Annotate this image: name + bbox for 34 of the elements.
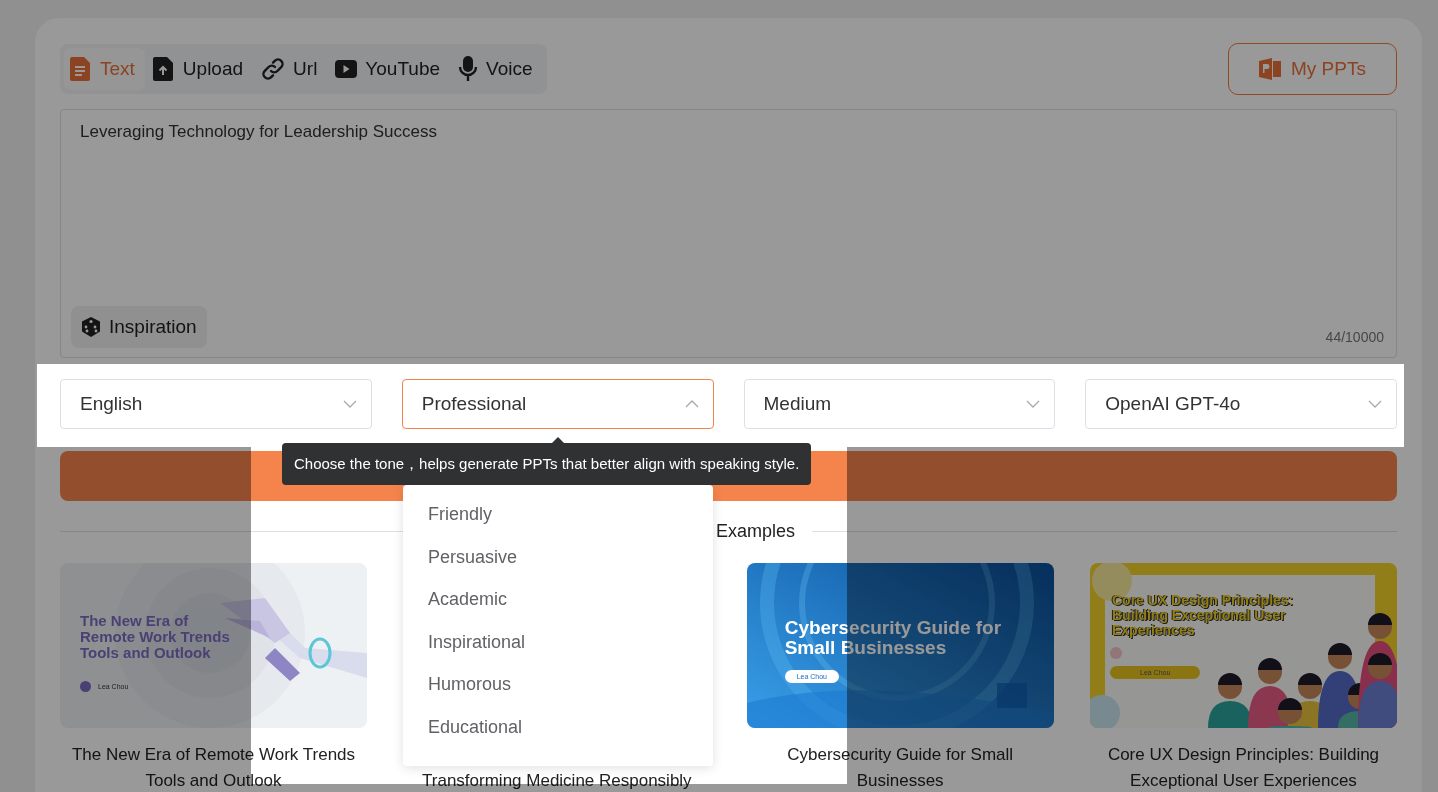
option-select[interactable]: English — [60, 379, 372, 429]
dropdown-option[interactable]: Educational — [403, 705, 713, 748]
source-tab[interactable]: Url — [255, 48, 328, 90]
tooltip: Choose the tone，helps generate PPTs that better align with speaking style. — [282, 443, 812, 485]
dropdown-option[interactable]: Inspirational — [403, 620, 713, 663]
chevron-down-icon — [342, 400, 357, 408]
chevron-up-icon — [684, 400, 699, 408]
upload-icon — [152, 57, 175, 81]
dice-icon — [81, 317, 101, 337]
chevron-down-icon — [1026, 400, 1041, 408]
topic-field[interactable]: Leveraging Technology for Leadership Success Inspiration 44/10000 — [60, 109, 1397, 358]
source-tab[interactable]: Upload — [146, 48, 254, 90]
dropdown-option[interactable]: Humorous — [403, 663, 713, 706]
slide-title: Core UX Design Principles: Building Exceptional User Experiences — [1112, 593, 1295, 638]
example-title[interactable]: Core UX Design Principles: Building Exceptional User Experiences — [1090, 742, 1397, 792]
option-select[interactable]: Medium — [743, 379, 1056, 429]
chevron-down-icon — [1368, 400, 1382, 408]
dropdown-option[interactable]: Academic — [403, 578, 713, 621]
character-counter: 44/10000 — [1325, 329, 1384, 345]
dropdown-option[interactable]: Friendly — [403, 493, 713, 536]
document-icon — [70, 57, 92, 81]
section-heading: Examples — [716, 520, 797, 542]
example-title[interactable]: Cybersecurity Guide for Small Businesses — [746, 742, 1054, 792]
option-select[interactable]: Professional — [401, 379, 714, 429]
presentation-icon — [1259, 58, 1281, 80]
link-icon — [261, 57, 286, 81]
source-tab[interactable]: Voice — [452, 48, 543, 90]
tooltip-arrow — [552, 437, 564, 443]
source-tab[interactable]: YouTube — [329, 48, 451, 90]
microphone-icon — [458, 56, 479, 82]
slide-title: The New Era of Remote Work Trends Tools and Outlook — [80, 613, 231, 661]
option-select[interactable]: OpenAI GPT-4o — [1085, 379, 1397, 429]
dropdown-option[interactable]: Persuasive — [403, 535, 713, 578]
inspiration-button[interactable]: Inspiration — [71, 306, 207, 348]
